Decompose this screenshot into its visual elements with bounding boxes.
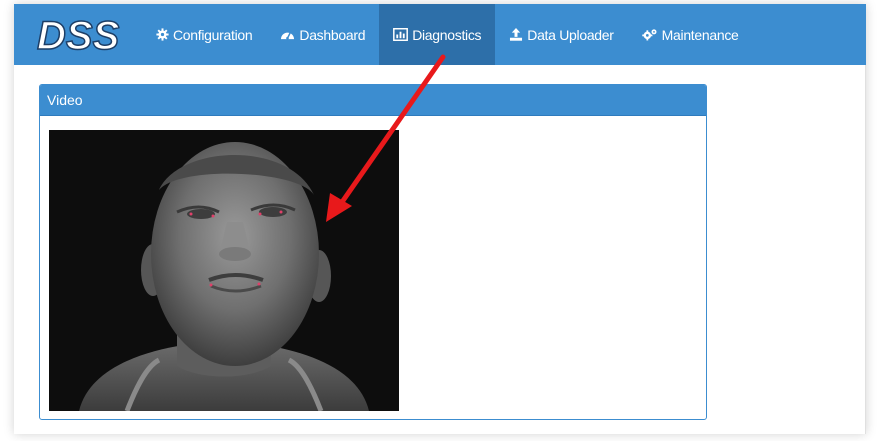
nav-data-uploader[interactable]: Data Uploader (495, 4, 627, 65)
video-panel-title: Video (40, 85, 706, 116)
nav-diagnostics[interactable]: Diagnostics (379, 4, 496, 65)
nav-maintenance-label: Maintenance (661, 26, 739, 43)
video-feed-image (49, 130, 399, 411)
gear-icon (156, 28, 169, 41)
svg-text:DSS: DSS (37, 14, 120, 56)
chart-icon (393, 28, 409, 41)
nav-dashboard[interactable]: Dashboard (266, 4, 379, 65)
app-window: DSS Configuration Dashboard Diagnostics (14, 4, 866, 434)
nav-diagnostics-label: Diagnostics (412, 26, 482, 43)
nav-dashboard-label: Dashboard (299, 26, 366, 43)
upload-icon (509, 28, 523, 41)
video-panel: Video (39, 84, 707, 420)
gears-icon (641, 28, 658, 41)
nav-configuration-label: Configuration (173, 26, 253, 43)
nav-configuration[interactable]: Configuration (142, 4, 266, 65)
nav-data-uploader-label: Data Uploader (527, 26, 614, 43)
dss-logo[interactable]: DSS (14, 4, 142, 65)
top-navbar: DSS Configuration Dashboard Diagnostics (14, 4, 866, 65)
nav-maintenance[interactable]: Maintenance (628, 4, 753, 65)
dashboard-gauge-icon (280, 28, 295, 41)
